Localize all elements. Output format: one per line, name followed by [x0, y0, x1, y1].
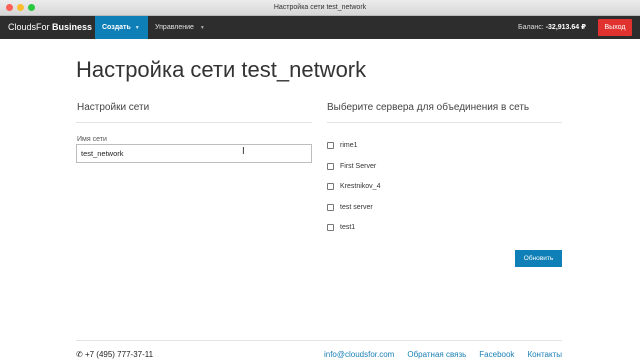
- email-link[interactable]: info@cloudsfor.com: [324, 350, 394, 359]
- create-menu-label: Создать: [102, 24, 131, 31]
- update-button[interactable]: Обновить: [515, 250, 562, 267]
- divider: [76, 122, 312, 123]
- phone-number: +7 (495) 777-37-11: [84, 350, 154, 359]
- server-select-heading: Выберите сервера для объединения в сеть: [327, 102, 530, 113]
- checkbox[interactable]: [327, 224, 334, 231]
- footer-divider: [76, 340, 562, 341]
- manage-menu[interactable]: Управление ▼: [150, 16, 205, 39]
- phone-icon: ✆: [76, 350, 83, 359]
- server-label: test1: [340, 224, 356, 231]
- server-label: rime1: [340, 142, 358, 149]
- facebook-link[interactable]: Facebook: [479, 350, 514, 359]
- footer-phone: ✆ +7 (495) 777-37-11: [76, 350, 153, 359]
- logout-button[interactable]: Выход: [598, 19, 632, 36]
- minimize-window-icon[interactable]: [17, 4, 24, 11]
- manage-menu-label: Управление: [155, 24, 194, 31]
- chevron-down-icon: ▼: [199, 25, 205, 31]
- brand-logo[interactable]: CloudsFor Business: [8, 16, 92, 39]
- create-menu[interactable]: Создать ▼: [95, 16, 148, 39]
- checkbox[interactable]: [327, 142, 334, 149]
- maximize-window-icon[interactable]: [28, 4, 35, 11]
- balance-label: Баланс:: [517, 24, 544, 31]
- checkbox[interactable]: [327, 163, 334, 170]
- page-title: Настройка сети test_network: [76, 57, 367, 82]
- chevron-down-icon: ▼: [134, 25, 140, 31]
- network-settings-heading: Настройки сети: [77, 102, 150, 113]
- checkbox[interactable]: [327, 183, 334, 190]
- checkbox[interactable]: [327, 204, 334, 211]
- window-titlebar: Настройка сети test_network: [0, 0, 640, 16]
- contacts-link[interactable]: Контакты: [527, 350, 562, 359]
- text-cursor-icon: I: [242, 146, 245, 157]
- brand-bold: Business: [52, 22, 93, 32]
- brand-light: CloudsFor: [8, 22, 50, 32]
- server-option[interactable]: test server: [327, 204, 373, 211]
- window-controls[interactable]: [6, 4, 35, 11]
- server-option[interactable]: First Server: [327, 163, 376, 170]
- close-window-icon[interactable]: [6, 4, 13, 11]
- divider: [327, 122, 562, 123]
- window-title: Настройка сети test_network: [273, 4, 367, 11]
- server-label: First Server: [340, 163, 377, 170]
- balance-display: Баланс: -32,913.64 ₽: [518, 16, 586, 39]
- server-option[interactable]: rime1: [327, 142, 358, 149]
- feedback-link[interactable]: Обратная связь: [407, 350, 466, 359]
- balance-value: -32,913.64 ₽: [545, 24, 586, 31]
- network-name-label: Имя сети: [77, 136, 107, 143]
- network-name-input[interactable]: [76, 144, 312, 163]
- top-navbar: CloudsFor Business Создать ▼ Управление ▼ …: [0, 16, 640, 39]
- server-option[interactable]: test1: [327, 224, 355, 231]
- footer-links: info@cloudsfor.com Обратная связь Facebook…: [324, 350, 562, 359]
- server-label: test server: [340, 204, 373, 211]
- server-label: Krestnikov_4: [340, 183, 381, 190]
- server-option[interactable]: Krestnikov_4: [327, 183, 380, 190]
